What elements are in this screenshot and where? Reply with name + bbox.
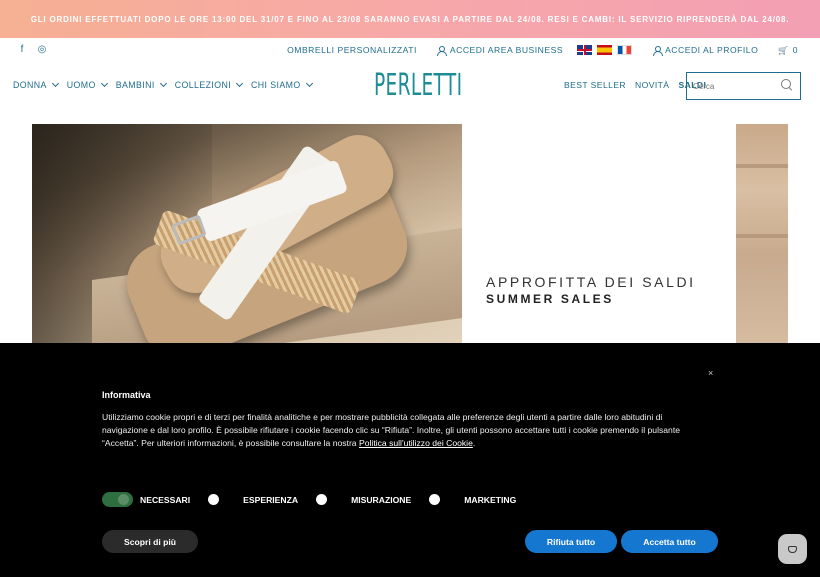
marketing-radio[interactable] [429, 494, 441, 505]
uk-flag-icon[interactable] [577, 45, 593, 55]
cart-count: 0 [792, 45, 798, 55]
chevron-down-icon [236, 79, 244, 88]
option-label-necessari: NECESSARI [140, 494, 191, 505]
necessari-toggle[interactable] [102, 492, 133, 507]
chat-button[interactable] [778, 534, 807, 564]
promo-subheadline: SUMMER SALES [486, 292, 614, 306]
hero-promo-panel[interactable]: APPROFITTA DEI SALDI SUMMER SALES [462, 124, 736, 343]
nav-novita[interactable]: NOVITÀ [635, 80, 669, 90]
nav-item-label: DONNA [13, 80, 47, 90]
nav-item-bambini[interactable]: BAMBINI [115, 79, 167, 90]
chevron-down-icon [51, 79, 59, 88]
option-label-esperienza: ESPERIENZA [243, 494, 299, 505]
spain-flag-icon[interactable] [597, 45, 613, 55]
main-navigation: DONNA UOMO BAMBINI COLLEZIONI CHI SIAMO … [0, 64, 820, 112]
nav-item-donna[interactable]: DONNA [13, 79, 59, 90]
cookie-text-end: . [472, 438, 476, 448]
nav-item-label: CHI SIAMO [251, 80, 301, 90]
nav-best-seller[interactable]: BEST SELLER [564, 80, 626, 90]
nav-item-label: UOMO [66, 80, 96, 90]
profile-login-link[interactable]: ACCEDI AL PROFILO [652, 45, 759, 56]
top-links: OMBRELLI PERSONALIZZATI ACCEDI AREA BUSI… [287, 45, 798, 56]
cart-icon: 🛒 [778, 45, 789, 55]
user-icon [652, 45, 663, 56]
option-label-misurazione: MISURAZIONE [351, 494, 412, 505]
esperienza-radio[interactable] [208, 494, 220, 505]
chat-icon [788, 545, 797, 553]
nav-item-uomo[interactable]: UOMO [66, 79, 108, 90]
cookie-text: Utilizziamo cookie propri e di terzi per… [102, 411, 702, 450]
nav-item-label: COLLEZIONI [174, 80, 232, 90]
chevron-down-icon [100, 79, 108, 88]
social-links: f ◎ [17, 44, 47, 55]
facebook-icon[interactable]: f [17, 44, 27, 55]
search-box [686, 72, 801, 100]
cookie-options: NECESSARI ESPERIENZA MISURAZIONE MARKETI… [102, 492, 516, 507]
category-menu: DONNA UOMO BAMBINI COLLEZIONI CHI SIAMO [13, 79, 313, 90]
site-logo[interactable]: PERLETTI [374, 68, 462, 103]
business-login-link[interactable]: ACCEDI AREA BUSINESS [437, 45, 564, 56]
chevron-down-icon [159, 79, 167, 88]
nav-item-chi-siamo[interactable]: CHI SIAMO [251, 79, 313, 90]
business-login-label: ACCEDI AREA BUSINESS [449, 45, 564, 55]
highlight-menu: BEST SELLER NOVITÀ SALDI [564, 80, 706, 90]
reject-all-button[interactable]: Rifiuta tutto [525, 530, 617, 553]
misurazione-radio[interactable] [316, 494, 328, 505]
top-bar: f ◎ OMBRELLI PERSONALIZZATI ACCEDI AREA … [0, 38, 820, 64]
search-icon[interactable] [781, 79, 792, 90]
close-icon[interactable]: × [708, 368, 713, 378]
chevron-down-icon [305, 79, 313, 88]
announcement-bar: GLI ORDINI EFFETTUATI DOPO LE ORE 13:00 … [0, 0, 820, 38]
umbrellas-link[interactable]: OMBRELLI PERSONALIZZATI [287, 45, 417, 55]
promo-headline: APPROFITTA DEI SALDI [486, 274, 696, 290]
profile-login-label: ACCEDI AL PROFILO [665, 45, 759, 55]
cart-link[interactable]: 🛒 0 [778, 45, 798, 55]
search-input[interactable] [693, 81, 781, 91]
language-switcher [577, 45, 633, 55]
hero-sandal-image[interactable] [32, 124, 462, 343]
cookie-banner: × Informativa Utilizziamo cookie propri … [0, 343, 820, 577]
nav-item-label: BAMBINI [115, 80, 155, 90]
next-slide-image[interactable] [736, 124, 788, 343]
instagram-icon[interactable]: ◎ [37, 44, 47, 55]
nav-item-collezioni[interactable]: COLLEZIONI [174, 79, 244, 90]
option-label-marketing: MARKETING [464, 494, 517, 505]
umbrellas-link-label: OMBRELLI PERSONALIZZATI [287, 45, 417, 55]
cookie-policy-link[interactable]: Politica sull'utilizzo dei Cookie [359, 438, 473, 448]
france-flag-icon[interactable] [617, 45, 633, 55]
accept-all-button[interactable]: Accetta tutto [621, 530, 718, 553]
user-icon [437, 45, 448, 56]
learn-more-button[interactable]: Scopri di più [102, 530, 198, 553]
cookie-title: Informativa [102, 390, 151, 400]
